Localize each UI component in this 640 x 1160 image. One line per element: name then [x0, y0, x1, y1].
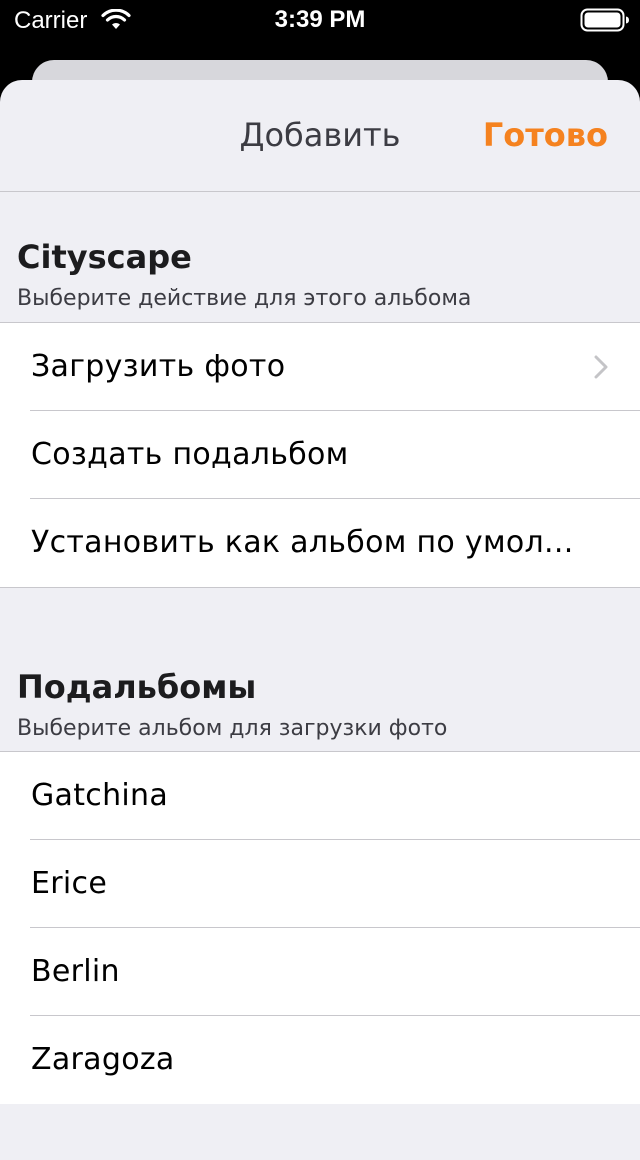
subalbum-label: Berlin — [31, 954, 120, 989]
create-subalbum-label: Создать подальбом — [31, 437, 349, 472]
subalbums-title: Подальбомы — [17, 668, 257, 706]
add-sheet: Добавить Готово Cityscape Выберите дейст… — [0, 80, 640, 1160]
list-item[interactable]: Berlin — [0, 928, 640, 1016]
subalbums-list: Gatchina Erice Berlin Zaragoza — [0, 751, 640, 1104]
subalbum-label: Gatchina — [31, 778, 169, 813]
set-default-album-cell[interactable]: Установить как альбом по умол... — [0, 499, 640, 587]
list-item[interactable]: Zaragoza — [0, 1016, 640, 1104]
subalbums-subtitle: Выберите альбом для загрузки фото — [17, 716, 448, 741]
battery-icon — [580, 8, 629, 32]
status-time: 3:39 PM — [274, 6, 366, 33]
album-subtitle: Выберите действие для этого альбома — [17, 286, 472, 311]
upload-photo-cell[interactable]: Загрузить фото — [0, 323, 640, 411]
album-title: Cityscape — [17, 238, 192, 276]
album-actions-list: Загрузить фото Создать подальбом Установ… — [0, 322, 640, 588]
done-button[interactable]: Готово — [483, 116, 608, 154]
upload-photo-label: Загрузить фото — [31, 349, 286, 384]
list-item[interactable]: Gatchina — [0, 752, 640, 840]
navigation-bar: Добавить Готово — [0, 80, 640, 192]
list-item[interactable]: Erice — [0, 840, 640, 928]
set-default-album-label: Установить как альбом по умол... — [31, 525, 574, 560]
status-bar: Carrier 3:39 PM — [0, 0, 640, 40]
create-subalbum-cell[interactable]: Создать подальбом — [0, 411, 640, 499]
chevron-right-icon — [594, 355, 608, 379]
subalbum-label: Zaragoza — [31, 1042, 175, 1077]
subalbum-label: Erice — [31, 866, 108, 901]
